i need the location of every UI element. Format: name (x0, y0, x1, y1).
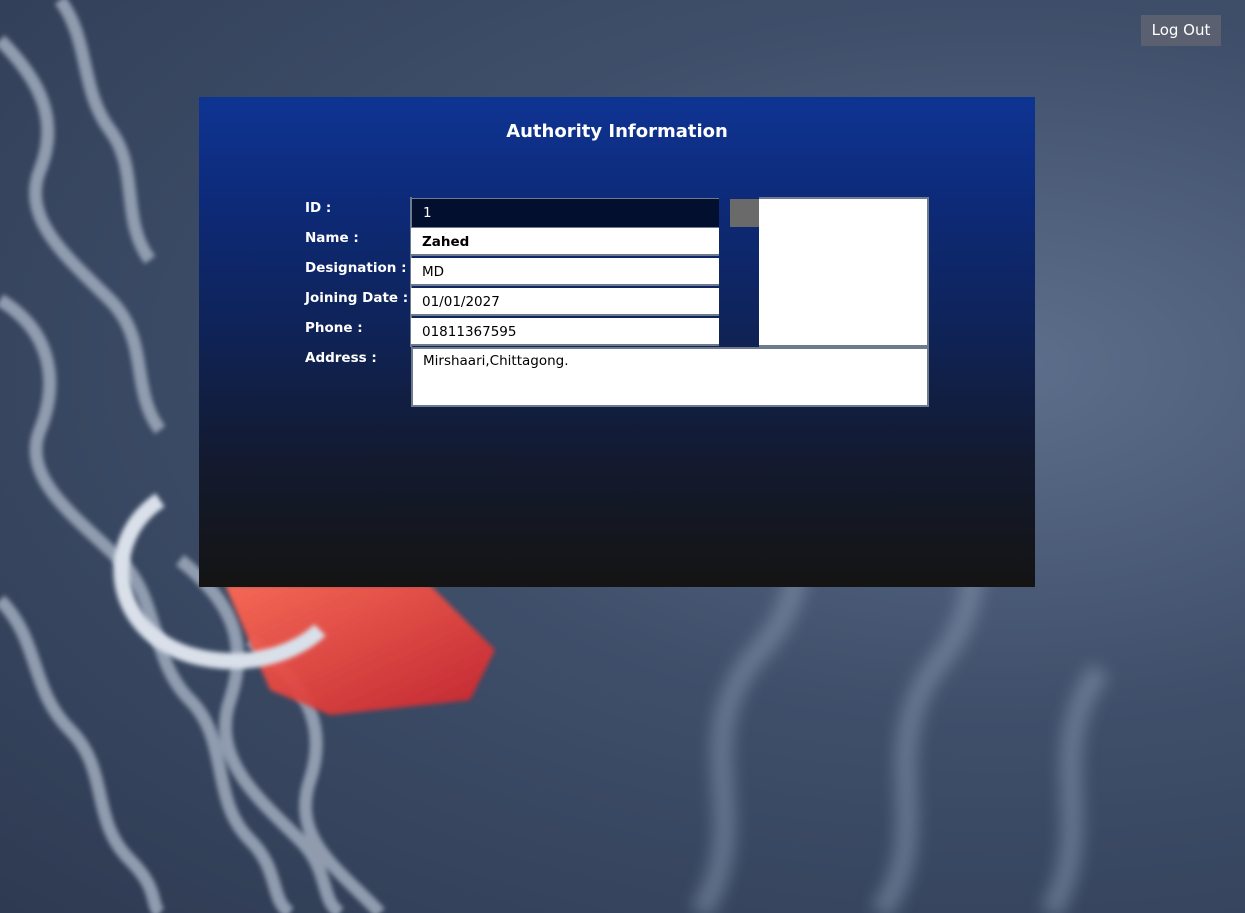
authority-info-panel: Authority Information ID : Name : Design… (199, 97, 1035, 587)
id-dropdown-button[interactable] (730, 199, 759, 227)
photo-box (759, 197, 929, 347)
designation-field[interactable]: MD (411, 258, 719, 286)
id-field[interactable]: 1 (411, 198, 719, 228)
phone-field[interactable]: 01811367595 (411, 318, 719, 346)
address-field[interactable]: Mirshaari,Chittagong. (411, 347, 929, 407)
id-label: ID : (305, 200, 332, 216)
logout-button[interactable]: Log Out (1141, 15, 1221, 46)
address-label: Address : (305, 350, 377, 366)
phone-label: Phone : (305, 320, 363, 336)
designation-label: Designation : (305, 260, 407, 276)
panel-title: Authority Information (506, 121, 728, 142)
joining-date-label: Joining Date : (305, 290, 409, 306)
name-field[interactable]: Zahed (411, 228, 719, 256)
app-window: Log Out Authority Information ID : Name … (0, 0, 1245, 913)
joining-date-field[interactable]: 01/01/2027 (411, 288, 719, 316)
name-label: Name : (305, 230, 359, 246)
